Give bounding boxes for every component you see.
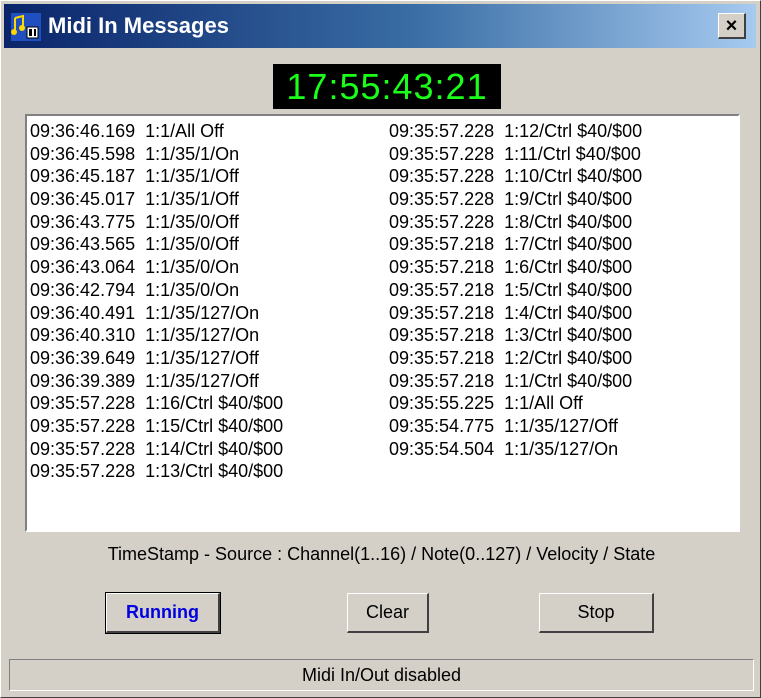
- midi-notes-icon: [11, 13, 41, 41]
- log-entry[interactable]: 09:35:57.228 1:15/Ctrl $40/$00: [30, 415, 283, 438]
- clear-button[interactable]: Clear: [347, 593, 429, 633]
- log-entry[interactable]: 09:35:54.775 1:1/35/127/Off: [389, 415, 642, 438]
- log-entry[interactable]: 09:36:39.389 1:1/35/127/Off: [30, 370, 283, 393]
- log-entry[interactable]: 09:35:57.228 1:8/Ctrl $40/$00: [389, 211, 642, 234]
- log-entry[interactable]: 09:36:46.169 1:1/All Off: [30, 120, 283, 143]
- log-entry[interactable]: 09:35:57.218 1:7/Ctrl $40/$00: [389, 233, 642, 256]
- log-entry[interactable]: 09:35:57.228 1:11/Ctrl $40/$00: [389, 143, 642, 166]
- log-entry[interactable]: 09:35:57.228 1:9/Ctrl $40/$00: [389, 188, 642, 211]
- midi-in-window: Midi In Messages × 17:55:43:21 09:36:46.…: [0, 0, 761, 698]
- log-entry[interactable]: 09:35:57.228 1:13/Ctrl $40/$00: [30, 460, 283, 483]
- log-entry[interactable]: 09:35:57.218 1:4/Ctrl $40/$00: [389, 302, 642, 325]
- log-entry[interactable]: 09:36:40.310 1:1/35/127/On: [30, 324, 283, 347]
- column-legend: TimeStamp - Source : Channel(1..16) / No…: [107, 544, 656, 564]
- message-log-list[interactable]: 09:36:46.169 1:1/All Off 09:36:45.598 1:1…: [25, 114, 740, 532]
- window-title: Midi In Messages: [48, 13, 229, 38]
- log-entry[interactable]: 09:35:57.218 1:1/Ctrl $40/$00: [389, 370, 642, 393]
- log-entry[interactable]: 09:35:54.504 1:1/35/127/On: [389, 438, 642, 461]
- log-entry[interactable]: 09:36:43.775 1:1/35/0/Off: [30, 211, 283, 234]
- log-entry[interactable]: 09:36:45.187 1:1/35/1/Off: [30, 165, 283, 188]
- log-entry[interactable]: 09:36:43.064 1:1/35/0/On: [30, 256, 283, 279]
- close-icon: ×: [725, 14, 738, 37]
- running-button[interactable]: Running: [105, 592, 221, 634]
- clock-display: 17:55:43:21: [273, 64, 501, 109]
- log-entry[interactable]: 09:35:57.228 1:10/Ctrl $40/$00: [389, 165, 642, 188]
- log-entry[interactable]: 09:35:57.228 1:16/Ctrl $40/$00: [30, 392, 283, 415]
- log-entry[interactable]: 09:35:57.228 1:14/Ctrl $40/$00: [30, 438, 283, 461]
- log-entry[interactable]: 09:35:55.225 1:1/All Off: [389, 392, 642, 415]
- log-entry[interactable]: 09:36:39.649 1:1/35/127/Off: [30, 347, 283, 370]
- log-entry[interactable]: 09:36:42.794 1:1/35/0/On: [30, 279, 283, 302]
- log-entry[interactable]: 09:36:45.598 1:1/35/1/On: [30, 143, 283, 166]
- log-column-left: 09:36:46.169 1:1/All Off 09:36:45.598 1:1…: [30, 120, 283, 483]
- log-entry[interactable]: 09:35:57.218 1:5/Ctrl $40/$00: [389, 279, 642, 302]
- log-entry[interactable]: 09:35:57.218 1:6/Ctrl $40/$00: [389, 256, 642, 279]
- stop-button[interactable]: Stop: [539, 593, 654, 633]
- log-entry[interactable]: 09:36:43.565 1:1/35/0/Off: [30, 233, 283, 256]
- log-column-right: 09:35:57.228 1:12/Ctrl $40/$00 09:35:57.2…: [389, 120, 642, 460]
- status-bar: Midi In/Out disabled: [9, 659, 754, 691]
- title-bar[interactable]: Midi In Messages ×: [4, 4, 756, 48]
- close-button[interactable]: ×: [718, 13, 746, 39]
- log-entry[interactable]: 09:35:57.228 1:12/Ctrl $40/$00: [389, 120, 642, 143]
- log-entry[interactable]: 09:36:45.017 1:1/35/1/Off: [30, 188, 283, 211]
- log-entry[interactable]: 09:36:40.491 1:1/35/127/On: [30, 302, 283, 325]
- log-entry[interactable]: 09:35:57.218 1:3/Ctrl $40/$00: [389, 324, 642, 347]
- log-entry[interactable]: 09:35:57.218 1:2/Ctrl $40/$00: [389, 347, 642, 370]
